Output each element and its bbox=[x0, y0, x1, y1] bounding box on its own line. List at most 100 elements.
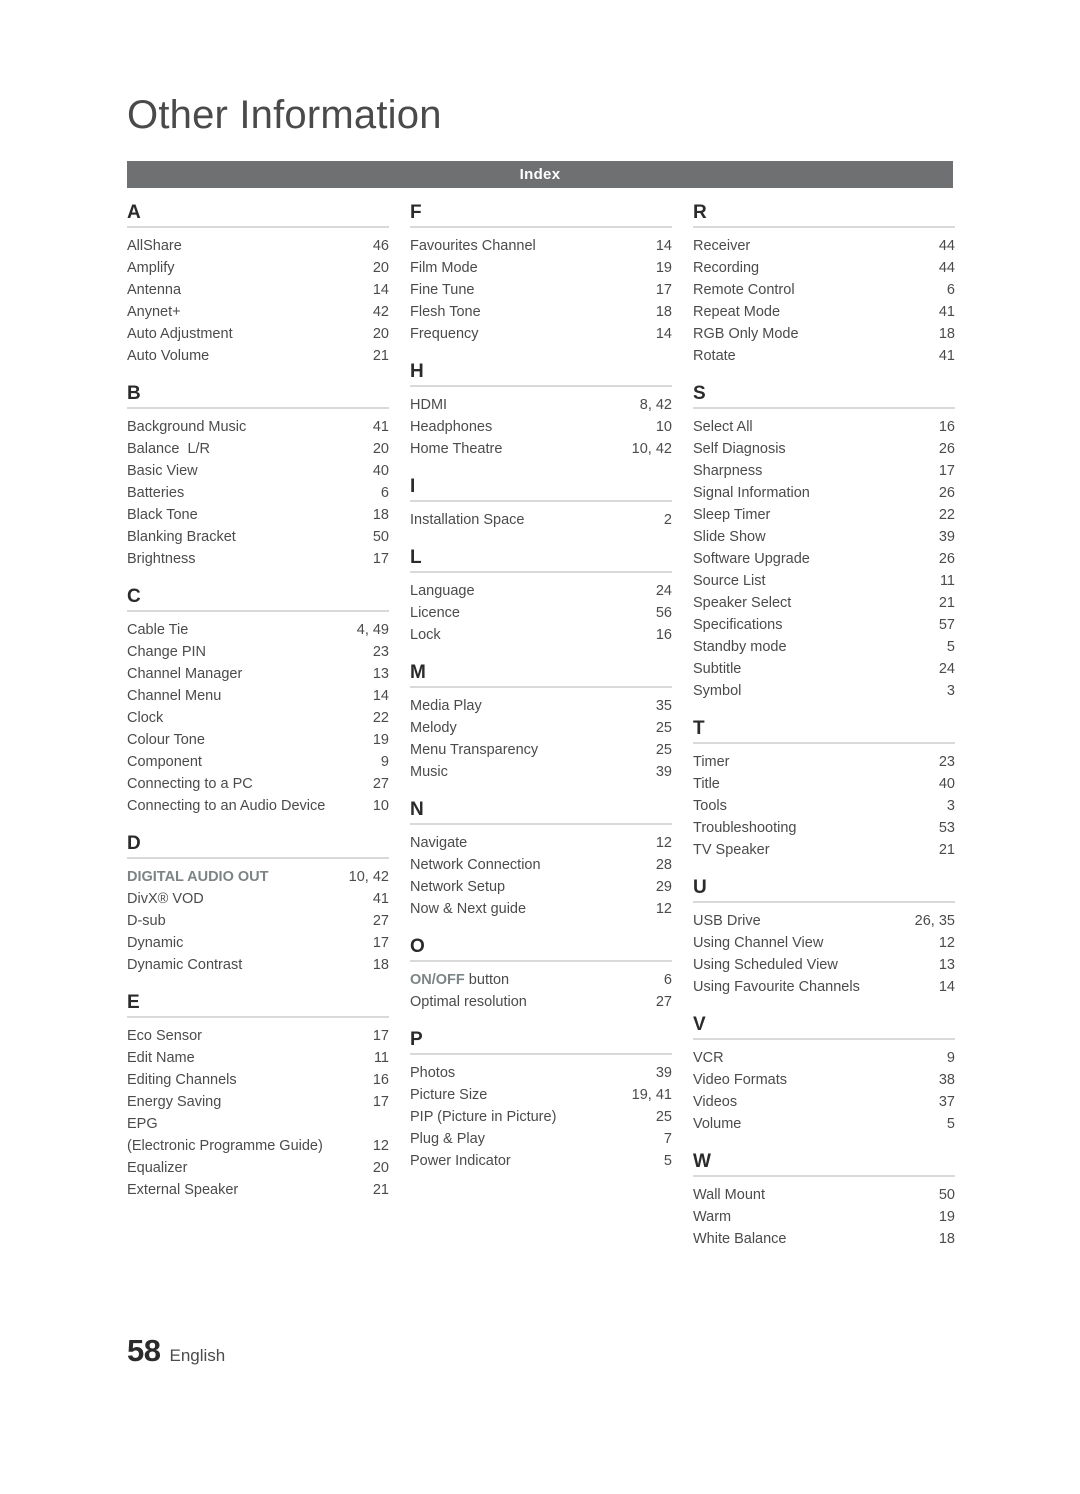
index-entry[interactable]: PIP (Picture in Picture) 25 bbox=[410, 1106, 672, 1128]
index-entry[interactable]: Melody 25 bbox=[410, 717, 672, 739]
index-entry[interactable]: Network Connection 28 bbox=[410, 854, 672, 876]
index-entry[interactable]: Clock 22 bbox=[127, 707, 389, 729]
index-entry[interactable]: Using Channel View 12 bbox=[693, 932, 955, 954]
index-entry[interactable]: Signal Information 26 bbox=[693, 482, 955, 504]
index-entry[interactable]: Music 39 bbox=[410, 761, 672, 783]
index-entry[interactable]: Headphones 10 bbox=[410, 416, 672, 438]
index-entry[interactable]: Film Mode 19 bbox=[410, 257, 672, 279]
index-entry[interactable]: Video Formats 38 bbox=[693, 1069, 955, 1091]
index-entry[interactable]: Brightness 17 bbox=[127, 548, 389, 570]
index-entry[interactable]: Frequency 14 bbox=[410, 323, 672, 345]
index-entry[interactable]: Self Diagnosis 26 bbox=[693, 438, 955, 460]
index-entry[interactable]: Speaker Select 21 bbox=[693, 592, 955, 614]
index-entry[interactable]: Volume 5 bbox=[693, 1113, 955, 1135]
index-entry[interactable]: Network Setup 29 bbox=[410, 876, 672, 898]
index-entry[interactable]: Basic View 40 bbox=[127, 460, 389, 482]
index-entry[interactable]: ON/OFF button 6 bbox=[410, 969, 672, 991]
index-entry[interactable]: Symbol 3 bbox=[693, 680, 955, 702]
index-entry[interactable]: Optimal resolution 27 bbox=[410, 991, 672, 1013]
index-entry[interactable]: Rotate 41 bbox=[693, 345, 955, 367]
index-entry[interactable]: Using Scheduled View 13 bbox=[693, 954, 955, 976]
index-entry[interactable]: AllShare 46 bbox=[127, 235, 389, 257]
index-entry[interactable]: Connecting to an Audio Device 10 bbox=[127, 795, 389, 817]
index-entry[interactable]: Auto Adjustment 20 bbox=[127, 323, 389, 345]
index-entry[interactable]: Slide Show 39 bbox=[693, 526, 955, 548]
index-entry[interactable]: Repeat Mode 41 bbox=[693, 301, 955, 323]
index-entry[interactable]: Specifications 57 bbox=[693, 614, 955, 636]
index-entry[interactable]: Fine Tune 17 bbox=[410, 279, 672, 301]
index-entry[interactable]: Amplify 20 bbox=[127, 257, 389, 279]
index-entry[interactable]: Dynamic Contrast 18 bbox=[127, 954, 389, 976]
index-entry[interactable]: DIGITAL AUDIO OUT 10, 42 bbox=[127, 866, 389, 888]
index-entry[interactable]: External Speaker 21 bbox=[127, 1179, 389, 1201]
index-entry[interactable]: Picture Size 19, 41 bbox=[410, 1084, 672, 1106]
index-entry-label: Recording bbox=[693, 259, 760, 276]
index-entry[interactable]: Wall Mount 50 bbox=[693, 1184, 955, 1206]
index-entry[interactable]: Flesh Tone 18 bbox=[410, 301, 672, 323]
index-entry[interactable]: Channel Manager 13 bbox=[127, 663, 389, 685]
index-entry[interactable]: Title 40 bbox=[693, 773, 955, 795]
index-entry[interactable]: Subtitle 24 bbox=[693, 658, 955, 680]
index-entry[interactable]: Software Upgrade 26 bbox=[693, 548, 955, 570]
index-entry[interactable]: Recording 44 bbox=[693, 257, 955, 279]
index-entry[interactable]: Standby mode 5 bbox=[693, 636, 955, 658]
index-entry[interactable]: Batteries 6 bbox=[127, 482, 389, 504]
index-entry[interactable]: Now & Next guide 12 bbox=[410, 898, 672, 920]
index-entry[interactable]: RGB Only Mode 18 bbox=[693, 323, 955, 345]
index-entry[interactable]: Remote Control 6 bbox=[693, 279, 955, 301]
index-entry[interactable]: Editing Channels 16 bbox=[127, 1069, 389, 1091]
index-entry[interactable]: White Balance 18 bbox=[693, 1228, 955, 1250]
index-entry[interactable]: Connecting to a PC 27 bbox=[127, 773, 389, 795]
index-entry[interactable]: Language 24 bbox=[410, 580, 672, 602]
index-entry[interactable]: Select All 16 bbox=[693, 416, 955, 438]
index-entry[interactable]: Photos 39 bbox=[410, 1062, 672, 1084]
index-entry[interactable]: Balance L/R 20 bbox=[127, 438, 389, 460]
section-divider bbox=[693, 1174, 955, 1177]
index-entry[interactable]: Channel Menu 14 bbox=[127, 685, 389, 707]
index-entry[interactable]: Home Theatre 10, 42 bbox=[410, 438, 672, 460]
index-entry[interactable]: D-sub 27 bbox=[127, 910, 389, 932]
index-entry[interactable]: Eco Sensor 17 bbox=[127, 1025, 389, 1047]
index-entry[interactable]: EPG (Electronic Programme Guide) 12 bbox=[127, 1113, 389, 1157]
index-entry[interactable]: Auto Volume 21 bbox=[127, 345, 389, 367]
index-entry[interactable]: Antenna 14 bbox=[127, 279, 389, 301]
index-entry[interactable]: DivX® VOD 41 bbox=[127, 888, 389, 910]
index-entry[interactable]: Anynet+ 42 bbox=[127, 301, 389, 323]
index-entry[interactable]: Sharpness 17 bbox=[693, 460, 955, 482]
index-entry[interactable]: Background Music 41 bbox=[127, 416, 389, 438]
index-entry[interactable]: Installation Space 2 bbox=[410, 509, 672, 531]
index-entry[interactable]: Cable Tie 4, 49 bbox=[127, 619, 389, 641]
index-entry[interactable]: Energy Saving 17 bbox=[127, 1091, 389, 1113]
index-entry[interactable]: Edit Name 11 bbox=[127, 1047, 389, 1069]
index-entry[interactable]: Videos 37 bbox=[693, 1091, 955, 1113]
index-entry-page: 17 bbox=[372, 934, 389, 951]
index-entry[interactable]: Tools 3 bbox=[693, 795, 955, 817]
index-entry[interactable]: USB Drive 26, 35 bbox=[693, 910, 955, 932]
index-entry[interactable]: Receiver 44 bbox=[693, 235, 955, 257]
index-entry[interactable]: Equalizer 20 bbox=[127, 1157, 389, 1179]
index-entry[interactable]: Source List 11 bbox=[693, 570, 955, 592]
index-entry[interactable]: Plug & Play 7 bbox=[410, 1128, 672, 1150]
index-entry[interactable]: HDMI 8, 42 bbox=[410, 394, 672, 416]
index-entry[interactable]: Component 9 bbox=[127, 751, 389, 773]
index-entry[interactable]: TV Speaker 21 bbox=[693, 839, 955, 861]
index-entry[interactable]: Media Play 35 bbox=[410, 695, 672, 717]
index-entry[interactable]: Colour Tone 19 bbox=[127, 729, 389, 751]
index-entry[interactable]: Warm 19 bbox=[693, 1206, 955, 1228]
index-entry[interactable]: Troubleshooting 53 bbox=[693, 817, 955, 839]
index-section-t: T Timer 23 Title 40 Tools 3 Troubleshooting 53 TV… bbox=[693, 718, 955, 861]
index-entry[interactable]: Change PIN 23 bbox=[127, 641, 389, 663]
index-entry[interactable]: VCR 9 bbox=[693, 1047, 955, 1069]
index-entry[interactable]: Dynamic 17 bbox=[127, 932, 389, 954]
index-entry[interactable]: Sleep Timer 22 bbox=[693, 504, 955, 526]
index-entry[interactable]: Navigate 12 bbox=[410, 832, 672, 854]
index-entry[interactable]: Black Tone 18 bbox=[127, 504, 389, 526]
index-entry[interactable]: Timer 23 bbox=[693, 751, 955, 773]
index-entry[interactable]: Blanking Bracket 50 bbox=[127, 526, 389, 548]
index-entry[interactable]: Menu Transparency 25 bbox=[410, 739, 672, 761]
index-entry[interactable]: Lock 16 bbox=[410, 624, 672, 646]
index-entry[interactable]: Power Indicator 5 bbox=[410, 1150, 672, 1172]
index-entry[interactable]: Using Favourite Channels 14 bbox=[693, 976, 955, 998]
index-entry[interactable]: Favourites Channel 14 bbox=[410, 235, 672, 257]
index-entry[interactable]: Licence 56 bbox=[410, 602, 672, 624]
